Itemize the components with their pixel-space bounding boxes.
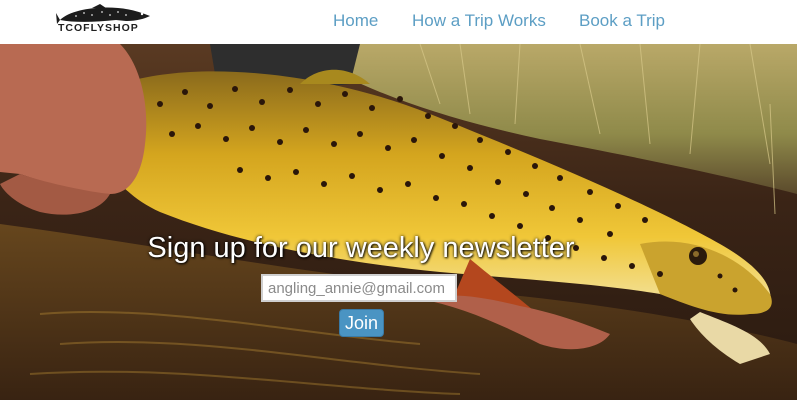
nav-book-a-trip-link[interactable]: Book a Trip <box>579 11 665 31</box>
nav-how-a-trip-works-link[interactable]: How a Trip Works <box>412 11 546 31</box>
hero-banner: Sign up for our weekly newsletter Join <box>0 44 797 400</box>
logo-text: TCOFLYSHOP <box>58 22 139 34</box>
nav-home-link[interactable]: Home <box>333 11 378 31</box>
site-logo[interactable]: TCOFLYSHOP <box>56 4 152 40</box>
join-button[interactable]: Join <box>339 309 384 337</box>
brown-trout-photo <box>0 44 797 400</box>
newsletter-headline: Sign up for our weekly newsletter <box>147 232 575 264</box>
email-input[interactable] <box>261 274 457 302</box>
site-header: TCOFLYSHOP Home How a Trip Works Book a … <box>0 0 797 44</box>
